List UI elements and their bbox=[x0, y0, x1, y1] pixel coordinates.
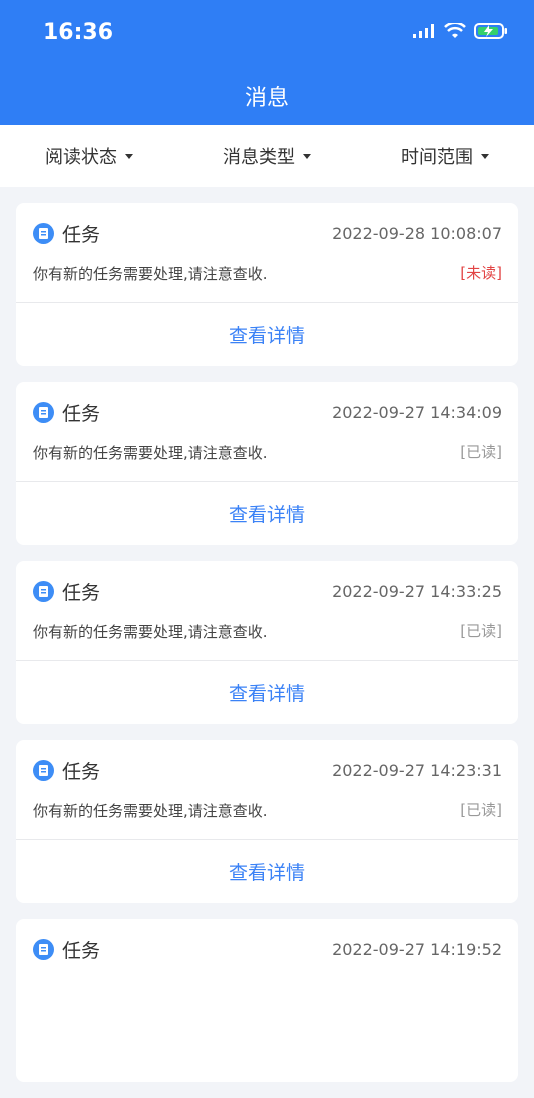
filter-message-type[interactable]: 消息类型 bbox=[178, 143, 356, 169]
task-icon bbox=[33, 581, 54, 602]
battery-charging-icon bbox=[474, 23, 507, 39]
message-title: 任务 bbox=[62, 224, 101, 246]
message-title: 任务 bbox=[62, 582, 101, 604]
message-card: 任务 2022-09-27 14:33:25 你有新的任务需要处理,请注意查收.… bbox=[16, 561, 518, 724]
filter-label: 阅读状态 bbox=[45, 147, 117, 168]
read-status-badge: [已读] bbox=[460, 443, 502, 461]
message-text: 你有新的任务需要处理,请注意查收. bbox=[33, 444, 268, 462]
caret-down-icon bbox=[125, 153, 133, 159]
message-time: 2022-09-27 14:33:25 bbox=[332, 582, 502, 601]
message-text: 你有新的任务需要处理,请注意查收. bbox=[33, 623, 268, 641]
filter-bar: 阅读状态 消息类型 时间范围 bbox=[0, 125, 534, 187]
filter-time-range[interactable]: 时间范围 bbox=[356, 143, 534, 169]
task-icon bbox=[33, 223, 54, 244]
view-details-button[interactable]: 查看详情 bbox=[16, 303, 518, 366]
task-icon bbox=[33, 760, 54, 781]
filter-label: 消息类型 bbox=[223, 147, 295, 168]
status-icons bbox=[412, 22, 508, 40]
message-content: 任务 2022-09-27 14:33:25 你有新的任务需要处理,请注意查收.… bbox=[16, 561, 518, 660]
view-details-button[interactable]: 查看详情 bbox=[16, 840, 518, 903]
message-time: 2022-09-27 14:23:31 bbox=[332, 761, 502, 780]
message-content: 任务 2022-09-28 10:08:07 你有新的任务需要处理,请注意查收.… bbox=[16, 203, 518, 302]
filter-read-status[interactable]: 阅读状态 bbox=[0, 143, 178, 169]
caret-down-icon bbox=[481, 153, 489, 159]
status-bar: 16:36 bbox=[0, 0, 534, 70]
message-list: 任务 2022-09-28 10:08:07 你有新的任务需要处理,请注意查收.… bbox=[16, 203, 518, 1098]
app-header: 16:36 消息 bbox=[0, 0, 534, 125]
read-status-badge: [已读] bbox=[460, 622, 502, 640]
message-time: 2022-09-27 14:34:09 bbox=[332, 403, 502, 422]
page-title: 消息 bbox=[244, 86, 289, 111]
message-card: 任务 2022-09-27 14:34:09 你有新的任务需要处理,请注意查收.… bbox=[16, 382, 518, 545]
view-details-button[interactable]: 查看详情 bbox=[16, 661, 518, 724]
caret-down-icon bbox=[303, 153, 311, 159]
message-content: 任务 2022-09-27 14:23:31 你有新的任务需要处理,请注意查收.… bbox=[16, 740, 518, 839]
message-title: 任务 bbox=[62, 403, 101, 425]
message-card: 任务 2022-09-27 14:23:31 你有新的任务需要处理,请注意查收.… bbox=[16, 740, 518, 903]
filter-label: 时间范围 bbox=[401, 147, 473, 168]
message-text: 你有新的任务需要处理,请注意查收. bbox=[33, 265, 268, 283]
message-text: 你有新的任务需要处理,请注意查收. bbox=[33, 802, 268, 820]
message-card: 任务 2022-09-27 14:19:52 bbox=[16, 919, 518, 1082]
view-details-button[interactable]: 查看详情 bbox=[16, 482, 518, 545]
wifi-icon bbox=[444, 23, 466, 38]
read-status-badge: [未读] bbox=[460, 264, 502, 282]
read-status-badge: [已读] bbox=[460, 801, 502, 819]
message-time: 2022-09-28 10:08:07 bbox=[332, 224, 502, 243]
message-content: 任务 2022-09-27 14:34:09 你有新的任务需要处理,请注意查收.… bbox=[16, 382, 518, 481]
task-icon bbox=[33, 402, 54, 423]
message-content: 任务 2022-09-27 14:19:52 bbox=[16, 919, 518, 1018]
message-title: 任务 bbox=[62, 761, 101, 783]
message-card: 任务 2022-09-28 10:08:07 你有新的任务需要处理,请注意查收.… bbox=[16, 203, 518, 366]
signal-icon bbox=[413, 24, 434, 38]
status-time: 16:36 bbox=[43, 20, 114, 45]
